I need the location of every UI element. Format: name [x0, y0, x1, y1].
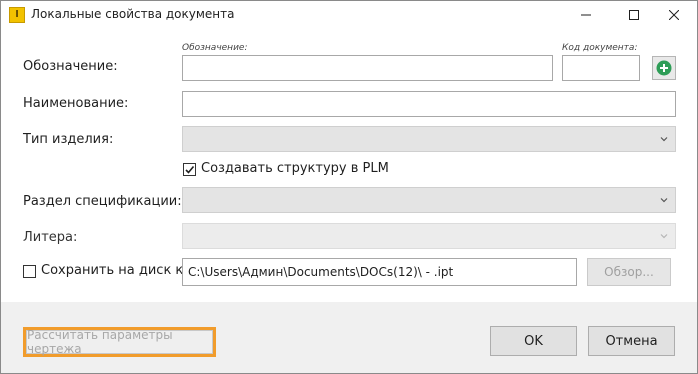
spec-section-label: Раздел спецификации:	[23, 194, 182, 209]
create-plm-label: Создавать структуру в PLM	[201, 161, 389, 176]
chevron-down-icon	[660, 234, 668, 239]
product-type-label: Тип изделия:	[23, 132, 114, 147]
designation-label: Обозначение:	[23, 59, 118, 74]
product-type-select[interactable]	[182, 126, 676, 152]
cancel-button[interactable]: Отмена	[588, 326, 675, 356]
minimize-button[interactable]	[563, 1, 609, 29]
name-label: Наименование:	[23, 96, 129, 111]
litera-select[interactable]	[182, 223, 676, 249]
save-to-disk-label: Сохранить на диск как:	[41, 263, 204, 278]
ok-button[interactable]: OK	[490, 326, 577, 356]
calculate-drawing-params-button[interactable]: Рассчитать параметры чертежа	[23, 327, 216, 357]
close-button[interactable]	[651, 1, 697, 29]
save-path-input[interactable]	[182, 258, 577, 286]
maximize-icon	[629, 10, 639, 20]
doc-code-input[interactable]	[562, 55, 640, 81]
close-icon	[669, 10, 679, 20]
browse-button[interactable]: Обзор...	[587, 258, 671, 286]
chevron-down-icon	[660, 137, 668, 142]
add-icon	[656, 60, 672, 76]
designation-sublabel: Обозначение:	[182, 43, 248, 53]
window-title: Локальные свойства документа	[31, 7, 235, 21]
spec-section-select[interactable]	[182, 187, 676, 213]
checkmark-icon	[185, 165, 195, 174]
doc-code-sublabel: Код документа:	[562, 43, 638, 53]
save-to-disk-checkbox[interactable]	[23, 265, 36, 278]
chevron-down-icon	[660, 198, 668, 203]
calculate-drawing-params-label: Рассчитать параметры чертежа	[26, 328, 213, 356]
dialog-window: I Локальные свойства документа Обозначен…	[0, 0, 698, 374]
designation-input[interactable]	[182, 55, 553, 81]
name-input[interactable]	[182, 91, 676, 117]
create-plm-checkbox[interactable]	[183, 163, 196, 176]
add-designation-button[interactable]	[652, 56, 676, 80]
minimize-icon	[581, 14, 591, 16]
app-icon: I	[9, 7, 25, 23]
title-bar: I Локальные свойства документа	[1, 1, 697, 29]
litera-label: Литера:	[23, 230, 78, 245]
